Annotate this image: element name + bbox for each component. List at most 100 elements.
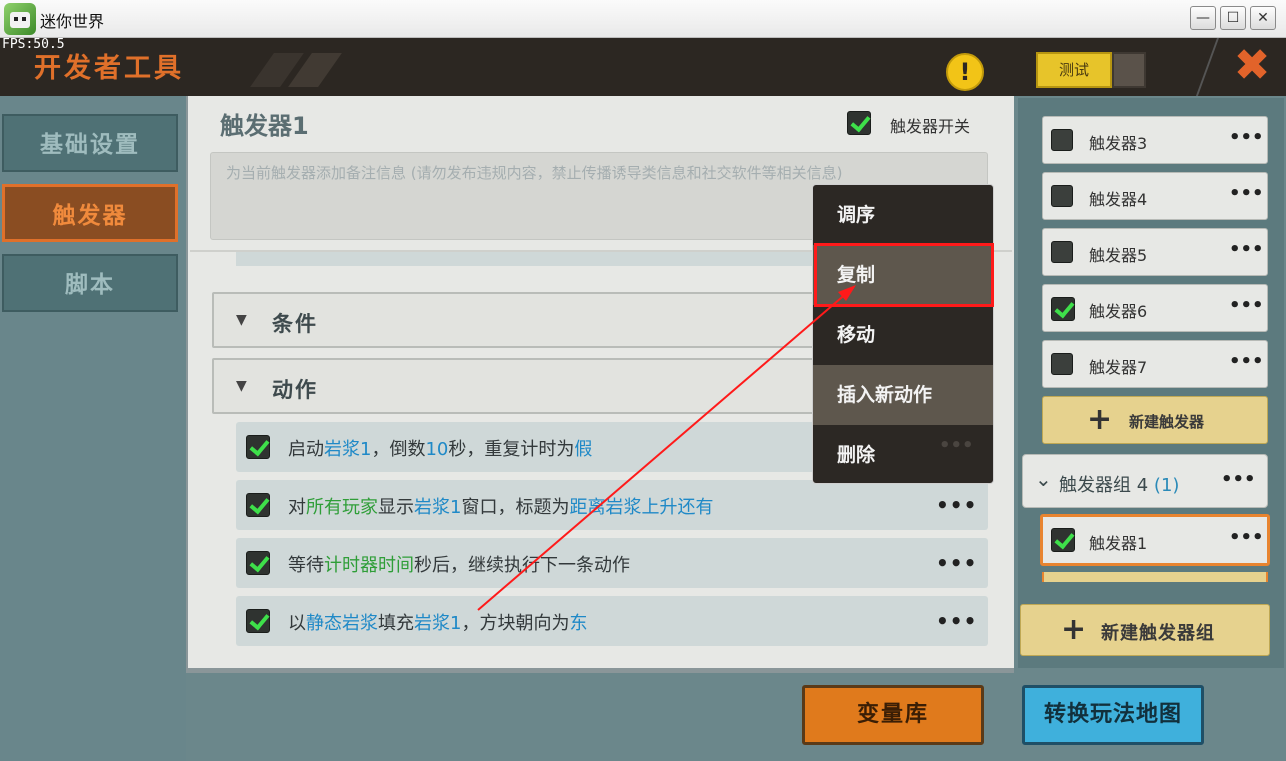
chevron-down-icon[interactable]: ⌄	[1035, 467, 1052, 491]
action-text-part: 显示	[378, 497, 414, 518]
variable-library-button[interactable]: 变量库	[802, 685, 984, 745]
trigger-card[interactable]: 触发器7 •••	[1042, 340, 1268, 388]
more-icon[interactable]: •••	[1229, 183, 1264, 204]
context-menu: 调序 复制 移动 插入新动作 删除 •••	[812, 184, 994, 484]
more-icon[interactable]: •••	[1221, 469, 1256, 490]
collapse-arrow-icon[interactable]: ▼	[236, 378, 247, 394]
trigger-group-count: (1)	[1153, 475, 1180, 496]
fps-counter: FPS:50.5	[2, 37, 65, 52]
more-icon[interactable]: •••	[936, 609, 977, 633]
more-icon[interactable]: •••	[1229, 239, 1264, 260]
trigger-label: 触发器4	[1089, 190, 1148, 209]
action-parameter[interactable]: 岩浆1	[414, 613, 461, 634]
minimize-button[interactable]: —	[1190, 6, 1216, 30]
action-parameter[interactable]: 静态岩浆	[306, 613, 378, 634]
dots-under-menu: •••	[939, 435, 974, 456]
new-trigger-button[interactable]: + 新建触发器	[1042, 396, 1268, 444]
trigger-card[interactable]: 触发器4 •••	[1042, 172, 1268, 220]
action-text-part: ，方块朝向为	[461, 613, 570, 634]
window-close-button[interactable]: ✕	[1250, 6, 1276, 30]
more-icon[interactable]: •••	[1229, 527, 1264, 548]
action-text-part: 窗口，标题为	[461, 497, 570, 518]
action-text[interactable]: 以静态岩浆填充岩浆1，方块朝向为东	[288, 609, 587, 635]
conditions-label: 条件	[272, 312, 318, 336]
trigger-name[interactable]: 触发器1	[220, 106, 309, 141]
more-icon[interactable]: •••	[1229, 295, 1264, 316]
action-row[interactable]: 对所有玩家显示岩浆1窗口，标题为距离岩浆上升还有 •••	[236, 480, 988, 530]
new-trigger-label: 新建触发器	[1129, 413, 1205, 431]
action-checkbox[interactable]	[246, 493, 270, 517]
warning-icon[interactable]: !	[946, 53, 984, 91]
action-text-part: 启动	[288, 439, 324, 460]
trigger-note-placeholder: 为当前触发器添加备注信息 (请勿发布违规内容，禁止传播诱导类信息和社交软件等相关…	[226, 164, 843, 182]
trigger-checkbox[interactable]	[1051, 353, 1073, 375]
test-toggle-track[interactable]	[1112, 52, 1146, 88]
trigger-card[interactable]: 触发器3 •••	[1042, 116, 1268, 164]
trigger-label: 触发器1	[1089, 534, 1148, 553]
new-trigger-group-label: 新建触发器组	[1101, 623, 1215, 644]
action-row[interactable]: 以静态岩浆填充岩浆1，方块朝向为东 •••	[236, 596, 988, 646]
trigger-checkbox[interactable]	[1051, 297, 1075, 321]
trigger-checkbox[interactable]	[1051, 241, 1073, 263]
action-parameter[interactable]: 岩浆1	[414, 497, 461, 518]
trigger-label: 触发器7	[1089, 358, 1148, 377]
trigger-group-label: 触发器组 4 (1)	[1059, 475, 1180, 496]
copy-highlight-box	[814, 243, 994, 307]
trigger-checkbox[interactable]	[1051, 129, 1073, 151]
sidebar-item-script[interactable]: 脚本	[2, 254, 178, 312]
plus-icon: +	[1061, 612, 1087, 647]
action-text[interactable]: 启动岩浆1，倒数10秒，重复计时为假	[288, 435, 592, 461]
action-parameter[interactable]: 距离岩浆上升还有	[569, 497, 713, 518]
sidebar-item-trigger[interactable]: 触发器	[2, 184, 178, 242]
action-text-part: 秒，重复计时为	[448, 439, 575, 460]
action-text-part: 等待	[288, 555, 324, 576]
convert-map-button[interactable]: 转换玩法地图	[1022, 685, 1204, 745]
trigger-label: 触发器3	[1089, 134, 1148, 153]
trigger-checkbox[interactable]	[1051, 185, 1073, 207]
action-text-part: 填充	[378, 613, 414, 634]
close-icon[interactable]: ✖	[1232, 44, 1272, 88]
action-text-part: 秒后，继续执行下一条动作	[414, 555, 630, 576]
maximize-button[interactable]: ☐	[1220, 6, 1246, 30]
menu-item-insert-action[interactable]: 插入新动作	[813, 365, 993, 425]
action-text-part: 对	[288, 497, 306, 518]
trigger-label: 触发器5	[1089, 246, 1148, 265]
action-parameter[interactable]: 计时器时间	[324, 555, 414, 576]
test-toggle-button[interactable]: 测试	[1036, 52, 1112, 88]
trigger-switch-checkbox[interactable]	[847, 111, 871, 135]
more-icon[interactable]: •••	[936, 493, 977, 517]
action-text[interactable]: 对所有玩家显示岩浆1窗口，标题为距离岩浆上升还有	[288, 493, 713, 519]
sidebar-item-basic-settings[interactable]: 基础设置	[2, 114, 178, 172]
trigger-label: 触发器6	[1089, 302, 1148, 321]
trigger-group-row[interactable]: ⌄ 触发器组 4 (1) •••	[1022, 454, 1268, 508]
action-parameter[interactable]: 所有玩家	[306, 497, 378, 518]
trigger-checkbox[interactable]	[1051, 528, 1075, 552]
more-icon[interactable]: •••	[936, 551, 977, 575]
action-parameter[interactable]: 岩浆1	[324, 439, 371, 460]
action-checkbox[interactable]	[246, 609, 270, 633]
action-text[interactable]: 等待计时器时间秒后，继续执行下一条动作	[288, 551, 630, 577]
action-checkbox[interactable]	[246, 551, 270, 575]
action-row[interactable]: 等待计时器时间秒后，继续执行下一条动作 •••	[236, 538, 988, 588]
window-title: 迷你世界	[40, 12, 105, 31]
action-parameter[interactable]: 10	[425, 439, 448, 460]
plus-icon: +	[1087, 402, 1113, 437]
app-icon	[4, 3, 36, 35]
action-checkbox[interactable]	[246, 435, 270, 459]
action-parameter[interactable]: 假	[574, 439, 592, 460]
action-parameter[interactable]: 东	[569, 613, 587, 634]
actions-label: 动作	[272, 378, 318, 402]
collapse-arrow-icon[interactable]: ▼	[236, 312, 247, 328]
trigger-card[interactable]: 触发器6 •••	[1042, 284, 1268, 332]
action-text-part: 以	[288, 613, 306, 634]
new-trigger-group-button[interactable]: + 新建触发器组	[1020, 604, 1270, 656]
trigger-card-partial	[1042, 572, 1268, 582]
action-text-part: ，倒数	[371, 439, 426, 460]
trigger-card[interactable]: 触发器5 •••	[1042, 228, 1268, 276]
menu-item-reorder[interactable]: 调序	[813, 185, 993, 245]
window-titlebar	[0, 0, 1286, 38]
more-icon[interactable]: •••	[1229, 351, 1264, 372]
trigger-card-selected[interactable]: 触发器1 •••	[1040, 514, 1270, 566]
menu-item-move[interactable]: 移动	[813, 305, 993, 365]
more-icon[interactable]: •••	[1229, 127, 1264, 148]
